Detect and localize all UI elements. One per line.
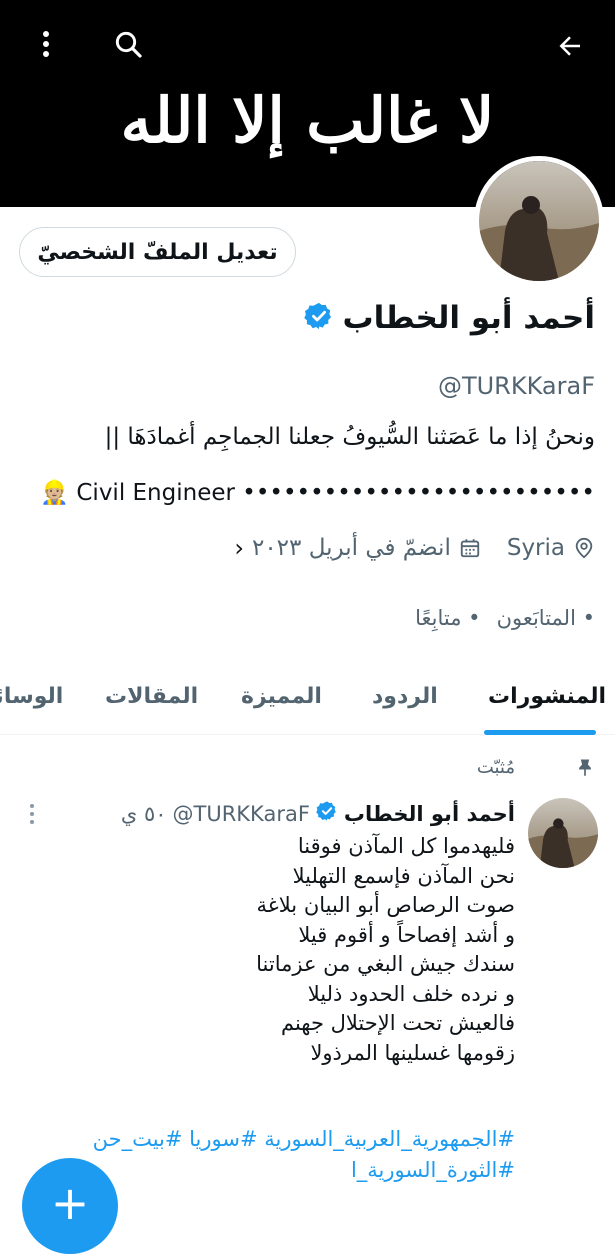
tweet-author-avatar[interactable] bbox=[528, 798, 598, 868]
following-link[interactable]: • متابِعًا bbox=[415, 606, 480, 630]
verified-badge-icon[interactable] bbox=[304, 301, 334, 335]
tweet-line: فالعيش تحت الإحتلال جهنم bbox=[280, 1011, 515, 1035]
chevron-left-icon[interactable]: ‹ bbox=[234, 534, 244, 562]
tweet-line: سندك جيش البغي من عزماتنا bbox=[256, 952, 515, 976]
search-icon bbox=[115, 31, 142, 58]
construction-worker-emoji: 👷🏼 bbox=[40, 480, 70, 506]
avatar-photo bbox=[528, 798, 598, 868]
tweet-header: أحمد أبو الخطاب @TURKKaraF ٥٠ ي bbox=[121, 800, 515, 827]
followers-label: المتابَعون bbox=[496, 606, 576, 630]
tweet-line: نحن المآذن فإسمع التهليلا bbox=[292, 863, 515, 888]
more-vertical-icon bbox=[43, 31, 49, 57]
avatar-photo bbox=[479, 161, 599, 281]
bio-line-2: 👷🏼 Civil Engineer ••••••••••••••••••••••… bbox=[20, 479, 595, 506]
more-vertical-icon bbox=[30, 804, 34, 824]
search-button[interactable] bbox=[108, 24, 148, 64]
location-text: Syria bbox=[506, 535, 565, 561]
plus-icon: + bbox=[50, 1176, 90, 1230]
profile-avatar[interactable] bbox=[474, 156, 604, 286]
profile-name-row: أحمد أبو الخطاب bbox=[304, 300, 595, 336]
tab-highlights[interactable]: المميزة bbox=[241, 684, 322, 709]
pinned-indicator: مُثبّت bbox=[477, 756, 595, 778]
tweet-more-button[interactable] bbox=[20, 796, 44, 832]
verified-badge-icon bbox=[316, 800, 338, 827]
banner-text: لا غالب إلا الله bbox=[120, 84, 495, 157]
tweet-line: زقومها غسلينها المرذولا bbox=[310, 1040, 515, 1065]
tab-articles[interactable]: المقالات bbox=[105, 684, 198, 709]
tweet-line: و نرده خلف الحدود ذليلا bbox=[307, 981, 515, 1006]
compose-fab-button[interactable]: + bbox=[22, 1158, 118, 1254]
tweet-line: صوت الرصاص أبو البيان بلاغة bbox=[256, 893, 515, 917]
tweet-author-name[interactable]: أحمد أبو الخطاب bbox=[344, 802, 515, 826]
hashtag-line[interactable]: #الثورة_السورية_ا bbox=[93, 1155, 515, 1186]
tab-replies[interactable]: الردود bbox=[372, 684, 438, 709]
edit-profile-button[interactable]: تعديل الملفّ الشخصيّ bbox=[19, 227, 296, 277]
follow-stats: • المتابَعون • متابِعًا bbox=[415, 606, 595, 630]
followers-link[interactable]: • المتابَعون bbox=[497, 606, 595, 630]
bio-text: Civil Engineer •••••••••••••••••••••••••… bbox=[76, 480, 595, 506]
back-button[interactable] bbox=[550, 26, 590, 66]
pinned-label: مُثبّت bbox=[476, 756, 515, 778]
profile-name: أحمد أبو الخطاب bbox=[342, 300, 595, 336]
tweet-line: و أشد إفصاحاً و أقوم قيلا bbox=[298, 922, 515, 947]
joined-date: انضمّ في أبريل ٢٠٢٣ bbox=[251, 535, 451, 561]
hashtag-line[interactable]: #الجمهورية_العربية_السورية #سوريا #بيت_ح… bbox=[93, 1124, 515, 1155]
tab-media[interactable]: الوسائط bbox=[0, 684, 63, 709]
tweet-author-handle: @TURKKaraF bbox=[172, 801, 310, 826]
pin-icon bbox=[579, 759, 591, 777]
tweet-text: فليهدموا كل المآذن فوقنا نحن المآذن فإسم… bbox=[256, 832, 515, 1068]
tweet-line: فليهدموا كل المآذن فوقنا bbox=[297, 834, 515, 858]
following-label: متابِعًا bbox=[415, 606, 462, 630]
following-count: • bbox=[468, 606, 481, 630]
profile-handle: @TURKKaraF bbox=[437, 372, 595, 400]
calendar-icon bbox=[460, 539, 480, 558]
profile-tabs: المنشورات الردود المميزة المقالات الوسائ… bbox=[0, 662, 615, 735]
location-pin-icon bbox=[575, 537, 593, 559]
bio-line-1: ونحنُ إذا ما عَصَثنا السُّيوفُ جعلنا الج… bbox=[104, 424, 595, 450]
profile-meta: Syria انضمّ في أبريل ٢٠٢٣ ‹ bbox=[226, 534, 595, 562]
arrow-left-icon bbox=[559, 36, 580, 56]
followers-count: • bbox=[582, 606, 595, 630]
tab-posts[interactable]: المنشورات bbox=[488, 684, 606, 709]
active-tab-indicator bbox=[484, 730, 596, 735]
tweet-hashtags: #الجمهورية_العربية_السورية #سوريا #بيت_ح… bbox=[93, 1124, 515, 1186]
tweet-time: ٥٠ ي bbox=[120, 801, 167, 826]
more-options-button[interactable] bbox=[26, 24, 66, 64]
